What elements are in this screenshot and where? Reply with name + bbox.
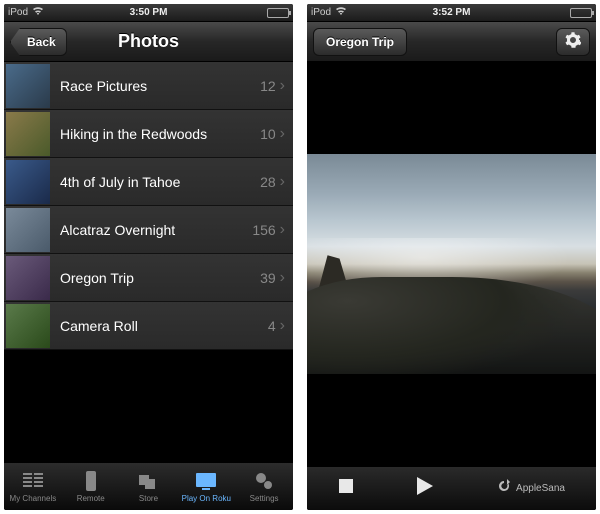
- phone-right: iPod 3:52 PM Oregon Trip: [307, 4, 596, 510]
- chevron-right-icon: ›: [280, 77, 293, 95]
- chevron-right-icon: ›: [280, 173, 293, 191]
- tab-label: Store: [139, 494, 158, 503]
- album-thumbnail: [6, 64, 50, 108]
- tab-my-channels[interactable]: My Channels: [4, 463, 62, 510]
- device-label: iPod: [8, 7, 28, 18]
- album-count: 10: [260, 126, 280, 142]
- stop-icon: [338, 481, 354, 498]
- refresh-label: AppleSana: [516, 483, 565, 494]
- refresh-button[interactable]: AppleSana: [496, 478, 565, 499]
- play-button[interactable]: [416, 476, 434, 501]
- album-thumbnail: [6, 112, 50, 156]
- back-button[interactable]: Back: [10, 28, 67, 56]
- album-row[interactable]: Race Pictures 12 ›: [4, 62, 293, 110]
- wifi-icon: [335, 6, 347, 19]
- chevron-right-icon: ›: [280, 125, 293, 143]
- tab-label: Settings: [250, 494, 279, 503]
- album-thumbnail: [6, 208, 50, 252]
- tab-store[interactable]: Store: [120, 463, 178, 510]
- nav-bar: Back Photos: [4, 22, 293, 62]
- status-time: 3:50 PM: [102, 7, 196, 18]
- album-count: 12: [260, 78, 280, 94]
- album-name: Hiking in the Redwoods: [52, 126, 260, 142]
- album-back-button[interactable]: Oregon Trip: [313, 28, 407, 56]
- tab-label: Remote: [77, 494, 105, 503]
- chevron-right-icon: ›: [280, 221, 293, 239]
- album-thumbnail: [6, 160, 50, 204]
- tab-label: Play On Roku: [182, 494, 231, 503]
- album-count: 39: [260, 270, 280, 286]
- album-count: 28: [260, 174, 280, 190]
- tab-settings[interactable]: Settings: [235, 463, 293, 510]
- album-row[interactable]: Alcatraz Overnight 156 ›: [4, 206, 293, 254]
- photo-viewer[interactable]: [307, 62, 596, 466]
- playback-toolbar: AppleSana: [307, 466, 596, 510]
- tab-bar: My Channels Remote Store Play On Roku Se…: [4, 462, 293, 510]
- tab-label: My Channels: [10, 494, 57, 503]
- tab-play-on-roku[interactable]: Play On Roku: [177, 463, 235, 510]
- album-row[interactable]: Oregon Trip 39 ›: [4, 254, 293, 302]
- wifi-icon: [32, 6, 44, 19]
- album-back-label: Oregon Trip: [326, 35, 394, 49]
- refresh-icon: [496, 478, 512, 499]
- album-count: 156: [252, 222, 279, 238]
- chevron-right-icon: ›: [280, 269, 293, 287]
- album-row[interactable]: Camera Roll 4 ›: [4, 302, 293, 350]
- chevron-right-icon: ›: [280, 317, 293, 335]
- status-bar: iPod 3:52 PM: [307, 4, 596, 22]
- status-bar: iPod 3:50 PM: [4, 4, 293, 22]
- play-icon: [416, 483, 434, 500]
- album-thumbnail: [6, 304, 50, 348]
- album-name: Oregon Trip: [52, 270, 260, 286]
- battery-icon: [267, 8, 289, 18]
- album-name: Camera Roll: [52, 318, 268, 334]
- album-row[interactable]: Hiking in the Redwoods 10 ›: [4, 110, 293, 158]
- tab-remote[interactable]: Remote: [62, 463, 120, 510]
- album-name: 4th of July in Tahoe: [52, 174, 260, 190]
- back-button-label: Back: [27, 35, 56, 49]
- device-label: iPod: [311, 7, 331, 18]
- album-count: 4: [268, 318, 280, 334]
- album-name: Alcatraz Overnight: [52, 222, 252, 238]
- album-name: Race Pictures: [52, 78, 260, 94]
- nav-bar: Oregon Trip: [307, 22, 596, 62]
- photo-image: [307, 154, 596, 374]
- stop-button[interactable]: [338, 478, 354, 499]
- phone-left: iPod 3:50 PM Back Photos Race Pictures 1…: [4, 4, 293, 510]
- album-thumbnail: [6, 256, 50, 300]
- page-title: Photos: [118, 31, 179, 52]
- settings-button[interactable]: [556, 28, 590, 56]
- album-list[interactable]: Race Pictures 12 › Hiking in the Redwood…: [4, 62, 293, 462]
- battery-icon: [570, 8, 592, 18]
- album-row[interactable]: 4th of July in Tahoe 28 ›: [4, 158, 293, 206]
- gear-icon: [565, 32, 581, 53]
- status-time: 3:52 PM: [405, 7, 499, 18]
